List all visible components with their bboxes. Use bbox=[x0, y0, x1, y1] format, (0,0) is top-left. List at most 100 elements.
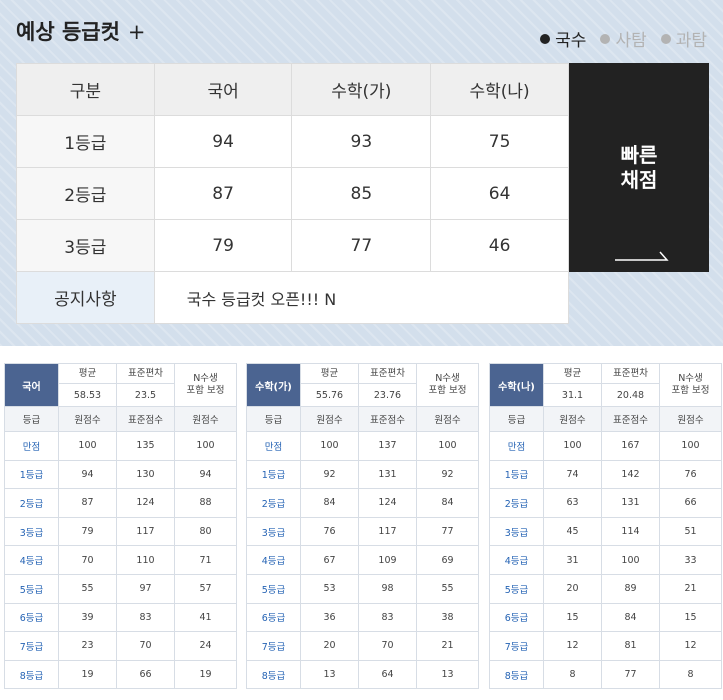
table-row: 4등급 70 110 71 bbox=[4, 545, 237, 575]
table-row: 7등급 12 81 12 bbox=[489, 631, 722, 661]
sd-value: 23.5 bbox=[116, 383, 175, 407]
quick-scoring-line1: 빠른 bbox=[620, 142, 658, 167]
grade-link[interactable]: 8등급 bbox=[4, 659, 59, 690]
standard-score: 114 bbox=[601, 516, 660, 547]
grade-link[interactable]: 만점 bbox=[489, 431, 544, 461]
page-title: 예상 등급컷 + bbox=[16, 16, 146, 46]
grade-link[interactable]: 2등급 bbox=[489, 488, 544, 518]
grade-link[interactable]: 3등급 bbox=[246, 516, 301, 547]
notice-row: 공지사항 국수 등급컷 오픈!!! N bbox=[16, 271, 570, 324]
standard-score: 100 bbox=[601, 545, 660, 575]
stats-column-headers: 등급 원점수 표준점수 원점수 bbox=[246, 406, 479, 432]
standard-score: 130 bbox=[116, 459, 175, 490]
adjusted-raw-score: 92 bbox=[416, 459, 479, 490]
grade-link[interactable]: 4등급 bbox=[4, 545, 59, 575]
subject-filter: 국수 사탐 과탐 bbox=[540, 26, 707, 51]
grade-link[interactable]: 8등급 bbox=[489, 659, 544, 690]
raw-score: 92 bbox=[300, 459, 359, 490]
column-header: 원점수 bbox=[300, 406, 359, 432]
grade-link[interactable]: 만점 bbox=[246, 431, 301, 461]
adjusted-raw-score: 80 bbox=[174, 516, 237, 547]
quick-scoring-line2: 채점 bbox=[620, 167, 658, 192]
table-row: 3등급 79 77 46 bbox=[16, 219, 569, 272]
stats-summary-row: 수학(가) 평균 표준편차 N수생 포함 보정 bbox=[246, 363, 479, 407]
standard-score: 110 bbox=[116, 545, 175, 575]
raw-score: 20 bbox=[543, 573, 602, 604]
standard-score: 83 bbox=[116, 602, 175, 633]
plus-icon[interactable]: + bbox=[128, 20, 146, 44]
table-row: 만점 100 137 100 bbox=[246, 431, 479, 461]
grade-link[interactable]: 만점 bbox=[4, 431, 59, 461]
adjusted-raw-score: 55 bbox=[416, 573, 479, 604]
mean-value: 31.1 bbox=[543, 383, 602, 407]
table-row: 4등급 31 100 33 bbox=[489, 545, 722, 575]
filter-science[interactable]: 과탐 bbox=[660, 26, 707, 51]
quick-scoring-button[interactable]: 빠른 채점 bbox=[569, 63, 709, 272]
grade-link[interactable]: 6등급 bbox=[4, 602, 59, 633]
bullet-icon bbox=[540, 33, 551, 44]
adjusted-raw-score: 33 bbox=[659, 545, 722, 575]
standard-score: 89 bbox=[601, 573, 660, 604]
table-row: 2등급 87 85 64 bbox=[16, 167, 569, 220]
adjusted-raw-score: 88 bbox=[174, 488, 237, 518]
mean-label: 평균 bbox=[58, 363, 117, 384]
raw-score: 31 bbox=[543, 545, 602, 575]
grade-link[interactable]: 5등급 bbox=[246, 573, 301, 604]
column-header: 수학(나) bbox=[430, 63, 569, 116]
filter-label: 사탐 bbox=[615, 31, 647, 51]
raw-score: 94 bbox=[58, 459, 117, 490]
grade-link[interactable]: 1등급 bbox=[489, 459, 544, 490]
grade-link[interactable]: 5등급 bbox=[4, 573, 59, 604]
standard-score: 83 bbox=[358, 602, 417, 633]
standard-score: 70 bbox=[116, 631, 175, 661]
raw-score: 74 bbox=[543, 459, 602, 490]
standard-score: 98 bbox=[358, 573, 417, 604]
arrow-icon bbox=[615, 251, 669, 261]
grade-link[interactable]: 4등급 bbox=[489, 545, 544, 575]
raw-score: 13 bbox=[300, 659, 359, 690]
table-row: 6등급 36 83 38 bbox=[246, 602, 479, 633]
grade-link[interactable]: 6등급 bbox=[246, 602, 301, 633]
adjusted-raw-score: 21 bbox=[659, 573, 722, 604]
table-row: 1등급 94 130 94 bbox=[4, 459, 237, 490]
notice-link[interactable]: 국수 등급컷 오픈!!! N bbox=[153, 271, 570, 324]
cut-value: 93 bbox=[291, 115, 432, 168]
stats-summary-row: 국어 평균 표준편차 N수생 포함 보정 bbox=[4, 363, 237, 407]
raw-score: 70 bbox=[58, 545, 117, 575]
raw-score: 36 bbox=[300, 602, 359, 633]
adjusted-raw-score: 15 bbox=[659, 602, 722, 633]
grade-link[interactable]: 4등급 bbox=[246, 545, 301, 575]
adjusted-raw-score: 77 bbox=[416, 516, 479, 547]
table-row: 6등급 39 83 41 bbox=[4, 602, 237, 633]
adjusted-raw-score: 100 bbox=[659, 431, 722, 461]
standard-score: 66 bbox=[116, 659, 175, 690]
raw-score: 19 bbox=[58, 659, 117, 690]
sd-label: 표준편차 bbox=[601, 363, 660, 384]
cut-value: 87 bbox=[153, 167, 293, 220]
grade-link[interactable]: 6등급 bbox=[489, 602, 544, 633]
filter-social[interactable]: 사탐 bbox=[600, 26, 647, 51]
grade-link[interactable]: 7등급 bbox=[489, 631, 544, 661]
grade-link[interactable]: 1등급 bbox=[246, 459, 301, 490]
column-header: 원점수 bbox=[659, 406, 722, 432]
adjusted-raw-score: 8 bbox=[659, 659, 722, 690]
grade-link[interactable]: 8등급 bbox=[246, 659, 301, 690]
filter-korean-math[interactable]: 국수 bbox=[540, 26, 586, 51]
grade-link[interactable]: 3등급 bbox=[489, 516, 544, 547]
grade-link[interactable]: 5등급 bbox=[489, 573, 544, 604]
standard-score: 117 bbox=[358, 516, 417, 547]
grade-link[interactable]: 1등급 bbox=[4, 459, 59, 490]
grade-link[interactable]: 7등급 bbox=[246, 631, 301, 661]
quick-scoring-label: 빠른 채점 bbox=[621, 143, 658, 193]
grade-link[interactable]: 3등급 bbox=[4, 516, 59, 547]
table-row: 5등급 55 97 57 bbox=[4, 573, 237, 604]
raw-score: 67 bbox=[300, 545, 359, 575]
standard-score: 117 bbox=[116, 516, 175, 547]
grade-link[interactable]: 2등급 bbox=[4, 488, 59, 518]
grade-link[interactable]: 7등급 bbox=[4, 631, 59, 661]
standard-score: 84 bbox=[601, 602, 660, 633]
cut-value: 77 bbox=[291, 219, 432, 272]
grade-link[interactable]: 2등급 bbox=[246, 488, 301, 518]
table-row: 4등급 67 109 69 bbox=[246, 545, 479, 575]
column-header: 원점수 bbox=[543, 406, 602, 432]
